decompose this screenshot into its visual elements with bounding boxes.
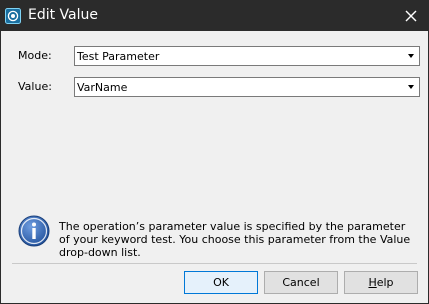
mode-label: Mode: [18,49,52,62]
cancel-button[interactable]: Cancel [264,271,338,294]
title-bar[interactable]: Edit Value [1,1,428,31]
window-title: Edit Value [28,7,99,23]
ok-button[interactable]: OK [184,271,258,294]
mode-dropdown[interactable]: Test Parameter [74,46,420,66]
help-label-suffix: elp [376,276,394,289]
help-button[interactable]: Help [344,271,418,294]
info-icon [18,215,50,247]
help-accelerator: H [368,276,377,289]
value-dropdown[interactable]: VarName [74,77,420,97]
chevron-down-icon[interactable] [408,54,414,58]
value-value: VarName [77,81,128,94]
chevron-down-icon[interactable] [408,85,414,89]
mode-value: Test Parameter [77,50,160,63]
divider [12,263,417,264]
info-message: The operation’s parameter value is speci… [59,220,411,259]
edit-value-dialog: Edit Value Mode: Test Parameter Value: V… [0,0,429,304]
teststep-icon [5,8,21,24]
close-icon[interactable] [402,7,420,25]
value-label: Value: [18,80,52,93]
